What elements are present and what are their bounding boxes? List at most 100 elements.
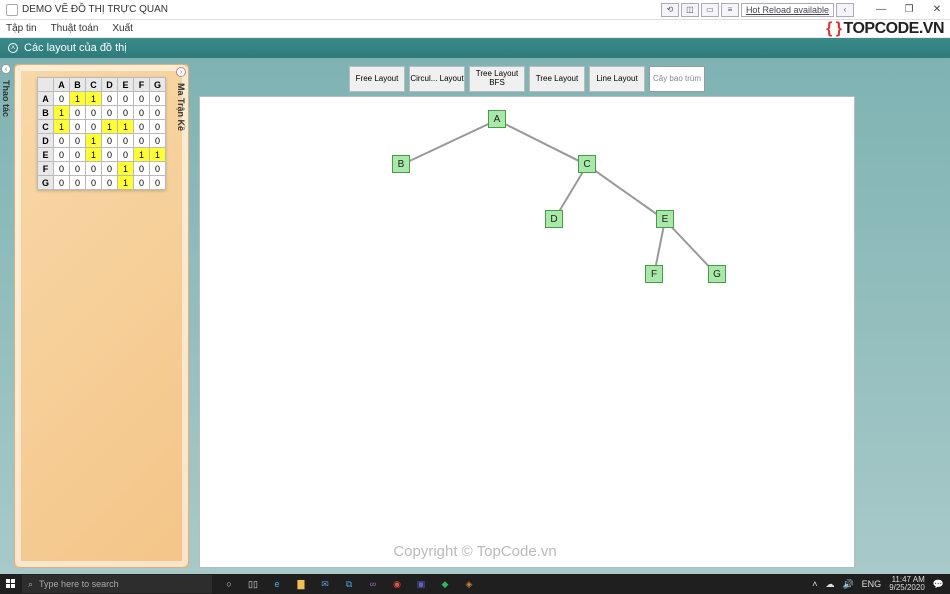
left-collapse-icon[interactable]: ‹	[1, 64, 11, 74]
matrix-cell: 1	[54, 120, 70, 134]
maximize-button[interactable]: ❐	[902, 3, 916, 17]
tray-lang[interactable]: ENG	[862, 579, 882, 589]
matrix-cell: 1	[150, 148, 166, 162]
header-title: Các layout của đồ thị	[24, 42, 127, 54]
graph-node-G[interactable]: G	[708, 265, 726, 283]
matrix-cell: 0	[86, 162, 102, 176]
matrix-cell: 0	[150, 106, 166, 120]
window-title: DEMO VẼ ĐỒ THỊ TRỰC QUAN	[22, 4, 168, 15]
tree-layout-button[interactable]: Tree Layout	[529, 66, 585, 92]
left-gutter-label: Thao tác	[1, 80, 11, 117]
hot-reload-chev[interactable]: ‹	[836, 3, 854, 17]
matrix-cell: 0	[150, 176, 166, 190]
matrix-cell: 0	[70, 106, 86, 120]
taskbar-search[interactable]: ⌕ Type here to search	[22, 575, 212, 593]
brand-name: TOPCODE.VN	[844, 20, 945, 38]
menu-export[interactable]: Xuất	[112, 23, 133, 34]
matrix-cell: 1	[70, 92, 86, 106]
matrix-cell: 0	[118, 134, 134, 148]
matrix-cell: 0	[150, 92, 166, 106]
notifications-icon[interactable]: 💬	[933, 579, 944, 590]
graph-node-F[interactable]: F	[645, 265, 663, 283]
vs-icon[interactable]: ∞	[366, 577, 380, 591]
panel-collapse-icon[interactable]: ›	[176, 67, 186, 77]
menu-file[interactable]: Tập tin	[6, 23, 37, 34]
matrix-cell: 0	[86, 120, 102, 134]
matrix-cell: 0	[118, 92, 134, 106]
search-placeholder: Type here to search	[39, 579, 119, 589]
debug-btn-2[interactable]: ◫	[681, 3, 699, 17]
menu-algorithm[interactable]: Thuật toán	[51, 23, 99, 34]
graph-edge	[586, 164, 665, 221]
clock-date: 9/25/2020	[889, 584, 925, 592]
spanning-tree-button[interactable]: Cây bao trùm	[649, 66, 705, 92]
matrix-col-header: B	[70, 78, 86, 92]
matrix-cell: 0	[54, 148, 70, 162]
app-icon-1[interactable]: ◆	[438, 577, 452, 591]
matrix-cell: 1	[86, 134, 102, 148]
matrix-col-header: C	[86, 78, 102, 92]
app-icon-2[interactable]: ◈	[462, 577, 476, 591]
vscode-icon[interactable]: ⧉	[342, 577, 356, 591]
graph-node-C[interactable]: C	[578, 155, 596, 173]
graph-node-D[interactable]: D	[545, 210, 563, 228]
matrix-cell: 0	[102, 134, 118, 148]
matrix-row-header: F	[38, 162, 54, 176]
graph-node-A[interactable]: A	[488, 110, 506, 128]
matrix-cell: 0	[150, 120, 166, 134]
header-collapse-icon[interactable]: ˄	[8, 43, 18, 53]
matrix-cell: 0	[134, 134, 150, 148]
matrix-cell: 0	[118, 106, 134, 120]
debug-btn-4[interactable]: ≡	[721, 3, 739, 17]
tree-bfs-layout-button[interactable]: Tree Layout BFS	[469, 66, 525, 92]
minimize-button[interactable]: —	[874, 3, 888, 17]
graph-canvas[interactable]: A B C D E F G	[199, 96, 855, 568]
matrix-label: Ma Trận Kề	[176, 83, 186, 131]
search-icon: ⌕	[28, 579, 33, 590]
matrix-cell: 1	[54, 106, 70, 120]
matrix-cell: 0	[54, 162, 70, 176]
taskbar-clock[interactable]: 11:47 AM 9/25/2020	[889, 576, 925, 592]
matrix-cell: 0	[86, 106, 102, 120]
tray-cloud-icon[interactable]: ☁	[825, 579, 834, 590]
cortana-icon[interactable]: ○	[222, 577, 236, 591]
matrix-cell: 0	[86, 176, 102, 190]
line-layout-button[interactable]: Line Layout	[589, 66, 645, 92]
matrix-col-header: A	[54, 78, 70, 92]
free-layout-button[interactable]: Free Layout	[349, 66, 405, 92]
explorer-icon[interactable]: ▇	[294, 577, 308, 591]
matrix-cell: 1	[102, 120, 118, 134]
circular-layout-button[interactable]: Circul... Layout	[409, 66, 465, 92]
side-panel: › Ma Trận Kề ABCDEFGA0110000B1000000C100…	[14, 64, 189, 568]
close-button[interactable]: ✕	[930, 3, 944, 17]
mail-icon[interactable]: ✉	[318, 577, 332, 591]
matrix-row-header: G	[38, 176, 54, 190]
tray-expand-icon[interactable]: ˄	[812, 579, 817, 589]
debug-btn-1[interactable]: ⟲	[661, 3, 679, 17]
matrix-cell: 0	[70, 120, 86, 134]
matrix-cell: 0	[70, 148, 86, 162]
matrix-col-header: E	[118, 78, 134, 92]
matrix-row-header: E	[38, 148, 54, 162]
hot-reload-link[interactable]: Hot Reload available	[741, 3, 834, 17]
teams-icon[interactable]: ▣	[414, 577, 428, 591]
matrix-cell: 0	[70, 176, 86, 190]
graph-node-B[interactable]: B	[392, 155, 410, 173]
matrix-cell: 0	[150, 134, 166, 148]
matrix-cell: 0	[150, 162, 166, 176]
graph-edge	[401, 119, 498, 166]
matrix-cell: 0	[134, 120, 150, 134]
matrix-row-header: C	[38, 120, 54, 134]
task-view-icon[interactable]: ▯▯	[246, 577, 260, 591]
start-button[interactable]	[0, 574, 22, 594]
matrix-cell: 0	[134, 92, 150, 106]
brand-logo-icon: { }	[826, 20, 841, 38]
edge-icon[interactable]: e	[270, 577, 284, 591]
graph-node-E[interactable]: E	[656, 210, 674, 228]
tray-volume-icon[interactable]: 🔊	[842, 579, 853, 590]
brand-watermark: { } TOPCODE.VN	[826, 20, 944, 38]
matrix-cell: 0	[70, 162, 86, 176]
matrix-row-header: A	[38, 92, 54, 106]
chrome-icon[interactable]: ◉	[390, 577, 404, 591]
debug-btn-3[interactable]: ▭	[701, 3, 719, 17]
